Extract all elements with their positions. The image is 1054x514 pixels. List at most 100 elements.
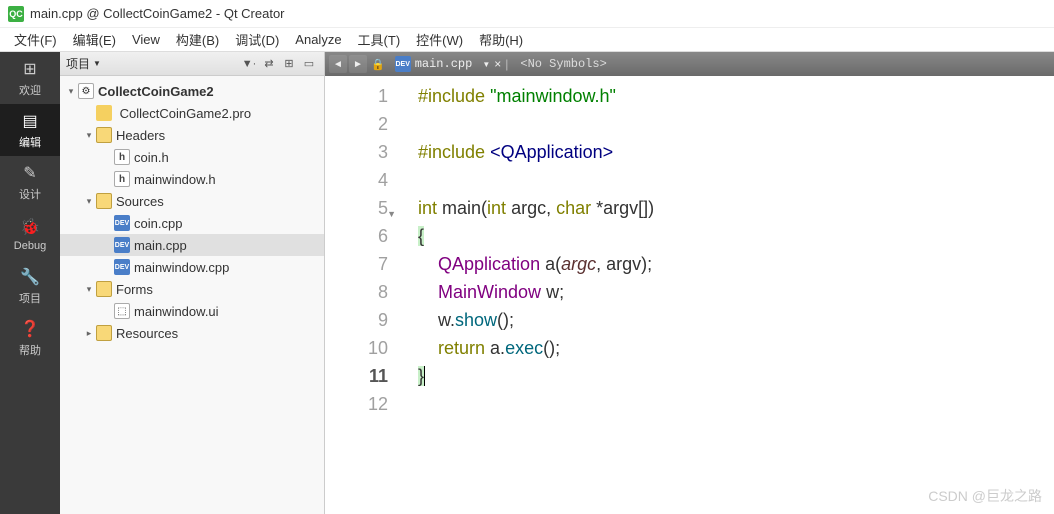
- mode-label: 项目: [19, 290, 41, 306]
- line-number[interactable]: 12: [325, 390, 388, 418]
- line-number[interactable]: 2: [325, 110, 388, 138]
- mode-icon: ✎: [20, 163, 40, 183]
- panel-selector[interactable]: 项目 ▼: [66, 55, 240, 72]
- line-number[interactable]: 6: [325, 222, 388, 250]
- menu-bar: 文件(F)编辑(E)View构建(B)调试(D)Analyze工具(T)控件(W…: [0, 28, 1054, 52]
- mode-icon: 🔧: [20, 267, 40, 287]
- tree-label: Sources: [116, 194, 164, 209]
- file-icon: [96, 325, 112, 341]
- line-number[interactable]: 1: [325, 82, 388, 110]
- tree-item[interactable]: DEV mainwindow.cpp: [60, 256, 324, 278]
- tree-item[interactable]: DEVcoin.cpp: [60, 212, 324, 234]
- mode-帮助[interactable]: ❓ 帮助: [0, 312, 60, 364]
- tree-item[interactable]: ▸ Resources: [60, 322, 324, 344]
- menu-item[interactable]: View: [124, 30, 168, 49]
- link-icon[interactable]: ⇄: [260, 55, 278, 73]
- line-gutter: 12345▼6789101112: [325, 76, 400, 514]
- code-line: #include <QApplication>: [418, 138, 1054, 166]
- mode-icon: ❓: [20, 319, 40, 339]
- tree-item[interactable]: hcoin.h: [60, 146, 324, 168]
- tree-item[interactable]: ⬚ mainwindow.ui: [60, 300, 324, 322]
- lock-icon[interactable]: 🔒: [371, 58, 385, 71]
- file-icon: [96, 127, 112, 143]
- add-split-icon[interactable]: ⊞: [280, 55, 298, 73]
- tree-label: mainwindow.ui: [134, 304, 219, 319]
- code-line: w.show();: [418, 306, 1054, 334]
- window-title: main.cpp @ CollectCoinGame2 - Qt Creator: [30, 6, 285, 21]
- tree-item[interactable]: hmainwindow.h: [60, 168, 324, 190]
- line-number[interactable]: 7: [325, 250, 388, 278]
- line-number[interactable]: 4: [325, 166, 388, 194]
- tab-dropdown-icon[interactable]: ▼: [482, 60, 490, 69]
- tree-item[interactable]: CollectCoinGame2.pro: [60, 102, 324, 124]
- mode-icon: ▤: [20, 111, 40, 131]
- line-number[interactable]: 5▼: [325, 194, 388, 222]
- mode-欢迎[interactable]: ⊞欢迎: [0, 52, 60, 104]
- tab-label: main.cpp: [415, 57, 473, 71]
- tree-label: Headers: [116, 128, 165, 143]
- menu-item[interactable]: Analyze: [287, 30, 349, 49]
- file-icon: [96, 193, 112, 209]
- menu-item[interactable]: 控件(W): [408, 28, 471, 51]
- expand-icon: ▾: [82, 196, 96, 207]
- code-line: int main(int argc, char *argv[]): [418, 194, 1054, 222]
- nav-fwd-icon[interactable]: ►: [349, 55, 367, 73]
- menu-item[interactable]: 构建(B): [168, 28, 227, 51]
- menu-item[interactable]: 帮助(H): [471, 28, 531, 51]
- symbol-selector[interactable]: <No Symbols>: [512, 57, 614, 71]
- filter-icon[interactable]: ▼·: [240, 55, 258, 73]
- chevron-down-icon: ▼: [93, 59, 101, 68]
- code-line: }: [418, 362, 1054, 390]
- tree-item[interactable]: ▾ Forms: [60, 278, 324, 300]
- expand-icon: ▾: [64, 86, 78, 97]
- side-panel: 项目 ▼ ▼· ⇄ ⊞ ▭ ▾⚙CollectCoinGame2 Collect…: [60, 52, 325, 514]
- mode-label: Debug: [14, 240, 46, 252]
- mode-设计[interactable]: ✎ 设计: [0, 156, 60, 208]
- file-icon: DEV: [114, 259, 130, 275]
- close-panel-icon[interactable]: ▭: [300, 55, 318, 73]
- code-line: #include "mainwindow.h": [418, 82, 1054, 110]
- code-line: [418, 110, 1054, 138]
- code-line: QApplication a(argc, argv);: [418, 250, 1054, 278]
- expand-icon: ▾: [82, 284, 96, 295]
- mode-label: 设计: [19, 186, 41, 202]
- line-number[interactable]: 10: [325, 334, 388, 362]
- file-icon: DEV: [114, 237, 130, 253]
- expand-icon: ▸: [82, 328, 96, 339]
- mode-label: 帮助: [19, 342, 41, 358]
- menu-item[interactable]: 文件(F): [6, 28, 65, 51]
- mode-bar: ⊞欢迎▤编辑 ✎ 设计 🐞Debug 🔧 项目 ❓ 帮助: [0, 52, 60, 514]
- file-icon: DEV: [114, 215, 130, 231]
- code-line: [418, 390, 1054, 418]
- tree-label: coin.h: [134, 150, 169, 165]
- file-icon: ⬚: [114, 303, 130, 319]
- code-line: MainWindow w;: [418, 278, 1054, 306]
- line-number[interactable]: 3: [325, 138, 388, 166]
- menu-item[interactable]: 调试(D): [227, 28, 287, 51]
- code-line: [418, 166, 1054, 194]
- line-number[interactable]: 9: [325, 306, 388, 334]
- tree-item[interactable]: ▾ Sources: [60, 190, 324, 212]
- tree-label: Forms: [116, 282, 153, 297]
- file-icon: [96, 105, 112, 121]
- mode-编辑[interactable]: ▤编辑: [0, 104, 60, 156]
- code-lines[interactable]: #include "mainwindow.h" #include <QApplic…: [400, 76, 1054, 514]
- line-number[interactable]: 8: [325, 278, 388, 306]
- mode-icon: ⊞: [20, 59, 40, 79]
- file-icon: [96, 281, 112, 297]
- mode-Debug[interactable]: 🐞Debug: [0, 208, 60, 260]
- tab-close-icon[interactable]: ×: [494, 57, 501, 71]
- nav-back-icon[interactable]: ◄: [329, 55, 347, 73]
- tree-item[interactable]: ▾⚙CollectCoinGame2: [60, 80, 324, 102]
- file-tab[interactable]: DEV main.cpp: [389, 56, 479, 72]
- tree-label: main.cpp: [134, 238, 187, 253]
- menu-item[interactable]: 工具(T): [350, 28, 409, 51]
- tree-item[interactable]: DEV main.cpp: [60, 234, 324, 256]
- cpp-file-icon: DEV: [395, 56, 411, 72]
- line-number[interactable]: 11: [325, 362, 388, 390]
- mode-项目[interactable]: 🔧 项目: [0, 260, 60, 312]
- tree-label: mainwindow.cpp: [134, 260, 229, 275]
- menu-item[interactable]: 编辑(E): [65, 28, 124, 51]
- tree-item[interactable]: ▾Headers: [60, 124, 324, 146]
- tree-label: Resources: [116, 326, 178, 341]
